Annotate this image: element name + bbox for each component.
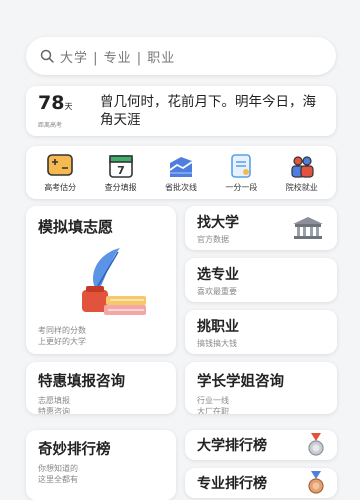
score-estimate-icon: [47, 153, 73, 176]
document-icon: [231, 153, 252, 178]
card-title: 选专业: [197, 267, 239, 283]
card-subtitle-line2: 上更好的大学: [38, 337, 86, 346]
card-subtitle: 搞钱搞大钱: [197, 339, 237, 348]
university-building-icon: [293, 217, 323, 239]
tool-label: 省批次线: [164, 182, 197, 192]
bronze-medal-icon: [308, 471, 324, 494]
people-icon: [291, 155, 314, 178]
tool-label: 高考估分: [44, 182, 77, 192]
tool-label: 院校就业: [285, 182, 318, 192]
quill-and-books-illustration: [82, 248, 146, 315]
card-title: 奇妙排行榜: [38, 442, 111, 458]
card-subtitle-line1: 志愿填报: [38, 396, 70, 405]
rankings-card[interactable]: 奇妙排行榜 你想知道的 这里全都有: [26, 430, 176, 500]
search-bar[interactable]: 大学 | 专业 | 职业: [26, 37, 336, 75]
tool-score-segment[interactable]: 一分一段: [213, 153, 269, 193]
card-title: 模拟填志愿: [38, 218, 114, 236]
search-placeholder: 大学 | 专业 | 职业: [60, 50, 176, 66]
countdown-label: 距离高考: [38, 122, 63, 129]
svg-text:7: 7: [117, 164, 125, 177]
choose-major-card[interactable]: 选专业 喜欢最重要: [185, 258, 337, 302]
simulate-application-card[interactable]: 模拟填志愿 考同样的分数 上更好的大学: [26, 206, 176, 354]
card-title: 学长学姐咨询: [197, 374, 284, 390]
card-subtitle-line1: 你想知道的: [38, 464, 78, 473]
tool-query-score[interactable]: 7 查分填报: [93, 153, 149, 193]
silver-medal-icon: [308, 433, 324, 456]
countdown-unit: 天: [64, 102, 73, 111]
motivational-quote: 曾几何时，花前月下。明年今日，海角天涯: [100, 94, 316, 128]
card-title: 专业排行榜: [197, 476, 267, 492]
special-consultation-card[interactable]: 特惠填报咨询 志愿填报 特惠咨询: [26, 362, 176, 414]
card-subtitle-line1: 考同样的分数: [38, 326, 86, 335]
major-ranking-card[interactable]: 专业排行榜: [185, 468, 337, 498]
university-ranking-card[interactable]: 大学排行榜: [185, 430, 337, 460]
card-subtitle-line2: 大厂在职: [197, 407, 229, 414]
card-title: 特惠填报咨询: [38, 374, 125, 390]
tool-score-estimate[interactable]: 高考估分: [32, 153, 88, 193]
senior-consultation-card[interactable]: 学长学姐咨询 行业一线 大厂在职: [185, 362, 337, 414]
calendar-7-icon: 7: [108, 154, 133, 178]
tool-label: 查分填报: [104, 182, 137, 192]
card-title: 大学排行榜: [197, 438, 267, 454]
card-subtitle: 喜欢最重要: [197, 287, 237, 296]
chart-line-icon: [169, 156, 193, 177]
countdown-days: 78天: [38, 92, 73, 114]
quick-tools-bar: 高考估分 7 查分填报 省批次线 一分一段 院校就业: [26, 146, 336, 199]
card-subtitle-line2: 特惠咨询: [38, 407, 70, 414]
find-university-card[interactable]: 找大学 官方数据: [185, 206, 337, 250]
tool-label: 一分一段: [225, 182, 258, 192]
card-subtitle-line1: 行业一线: [197, 396, 229, 405]
pick-career-card[interactable]: 挑职业 搞钱搞大钱: [185, 310, 337, 354]
card-title: 挑职业: [197, 319, 239, 335]
search-icon: [40, 49, 54, 63]
card-subtitle-line2: 这里全都有: [38, 475, 78, 484]
tool-school-employment[interactable]: 院校就业: [274, 153, 330, 193]
tool-province-line[interactable]: 省批次线: [153, 153, 209, 193]
exam-countdown-card: 78天 距离高考 曾几何时，花前月下。明年今日，海角天涯: [26, 86, 336, 136]
